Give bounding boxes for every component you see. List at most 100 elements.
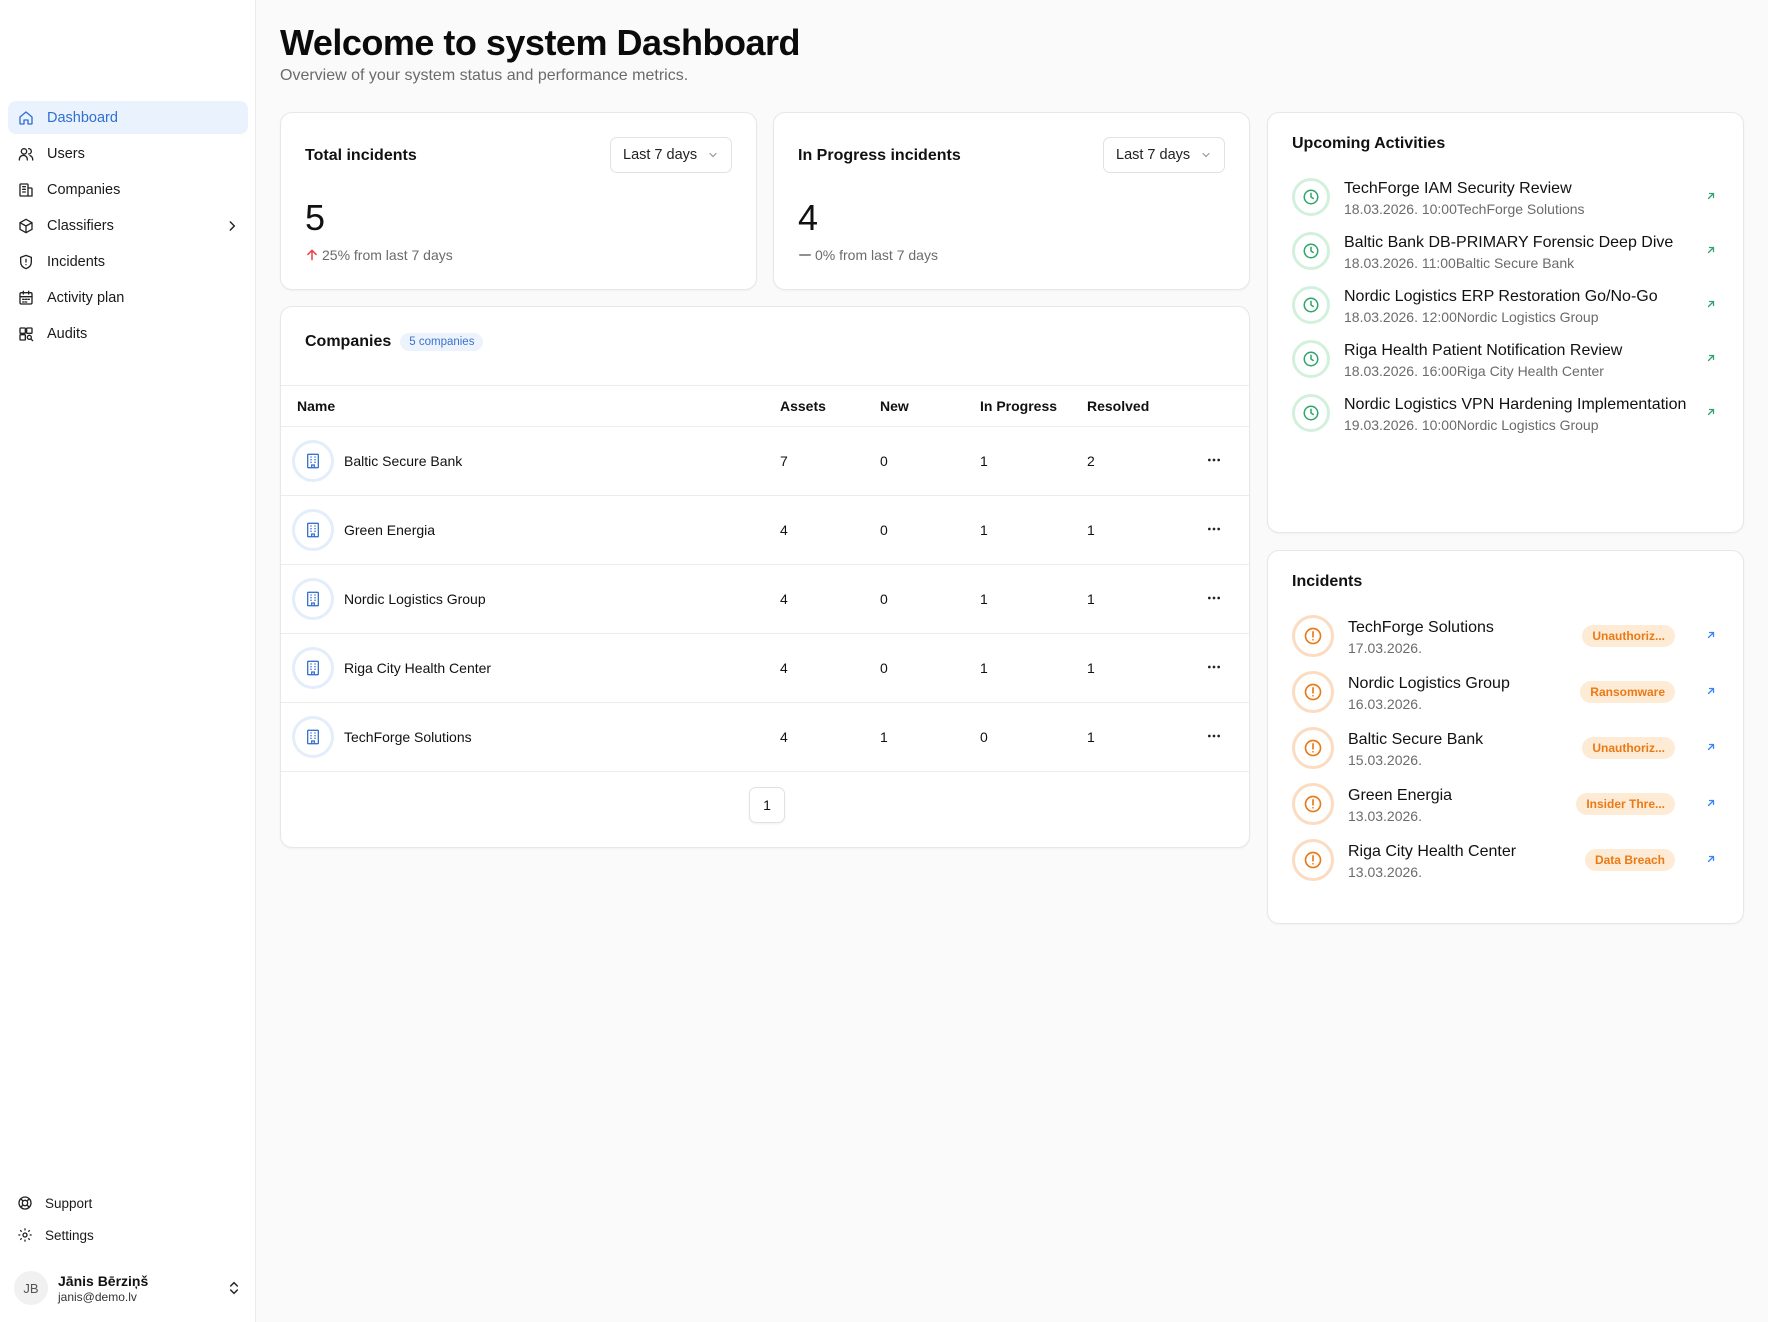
column-header-name[interactable]: Name xyxy=(281,398,780,414)
assets-cell: 4 xyxy=(780,591,788,607)
table-row[interactable]: Green Energia 4 0 1 1 xyxy=(281,495,1249,564)
company-name-cell: Nordic Logistics Group xyxy=(281,578,780,620)
clock-icon xyxy=(1292,394,1330,432)
activity-datetime: 18.03.2026. 16:00 xyxy=(1344,363,1457,379)
table-row[interactable]: Riga City Health Center 4 0 1 1 xyxy=(281,633,1249,702)
incident-item[interactable]: TechForge Solutions 17.03.2026. Unauthor… xyxy=(1292,615,1719,657)
incident-type-badge: Insider Thre... xyxy=(1576,793,1675,815)
building-icon xyxy=(292,509,334,551)
range-select[interactable]: Last 7 days xyxy=(1103,137,1225,173)
incident-item[interactable]: Green Energia 13.03.2026. Insider Thre..… xyxy=(1292,783,1719,825)
column-header-assets[interactable]: Assets xyxy=(780,398,880,414)
incident-company: TechForge Solutions xyxy=(1348,619,1494,636)
activity-company: Nordic Logistics Group xyxy=(1456,417,1599,433)
column-header-resolved[interactable]: Resolved xyxy=(1087,398,1187,414)
row-actions-button[interactable] xyxy=(1187,452,1241,471)
companies-title: Companies xyxy=(305,333,392,350)
in-progress-cell: 1 xyxy=(980,453,988,469)
activity-name: Nordic Logistics VPN Hardening Implement… xyxy=(1344,396,1687,413)
arrow-up-right-icon[interactable] xyxy=(1705,797,1719,811)
activity-item[interactable]: Riga Health Patient Notification Review … xyxy=(1292,339,1719,379)
arrow-up-right-icon[interactable] xyxy=(1705,853,1719,867)
building-icon xyxy=(292,716,334,758)
activity-meta: 18.03.2026. 10:00TechForge Solutions xyxy=(1344,201,1697,217)
calendar-icon xyxy=(17,289,35,307)
arrow-up-right-icon[interactable] xyxy=(1705,352,1719,366)
settings-link[interactable]: Settings xyxy=(8,1221,248,1249)
support-link[interactable]: Support xyxy=(8,1189,248,1217)
table-row[interactable]: Baltic Secure Bank 7 0 1 2 xyxy=(281,426,1249,495)
arrow-up-right-icon[interactable] xyxy=(1705,244,1719,258)
incident-list: TechForge Solutions 17.03.2026. Unauthor… xyxy=(1292,615,1719,895)
stat-title: Total incidents xyxy=(305,147,417,164)
activity-datetime: 18.03.2026. 12:00 xyxy=(1344,309,1457,325)
activity-name: Riga Health Patient Notification Review xyxy=(1344,342,1623,359)
sidebar-item-activity-plan[interactable]: Activity plan xyxy=(8,281,248,314)
user-menu[interactable]: JB Jānis Bērziņš janis@demo.lv xyxy=(14,1268,242,1308)
arrow-up-right-icon[interactable] xyxy=(1705,190,1719,204)
activity-item[interactable]: TechForge IAM Security Review 18.03.2026… xyxy=(1292,177,1719,217)
arrow-up-right-icon[interactable] xyxy=(1705,685,1719,699)
sidebar-item-incidents[interactable]: Incidents xyxy=(8,245,248,278)
clock-icon xyxy=(1292,286,1330,324)
table-row[interactable]: Nordic Logistics Group 4 0 1 1 xyxy=(281,564,1249,633)
arrow-up-right-icon[interactable] xyxy=(1705,629,1719,643)
user-email: janis@demo.lv xyxy=(58,1289,137,1304)
activity-item[interactable]: Baltic Bank DB-PRIMARY Forensic Deep Div… xyxy=(1292,231,1719,271)
company-name[interactable]: Riga City Health Center xyxy=(344,660,491,676)
row-actions-button[interactable] xyxy=(1187,728,1241,747)
column-header-in-progress[interactable]: In Progress xyxy=(980,398,1087,414)
in-progress-cell: 1 xyxy=(980,591,988,607)
sidebar-item-classifiers[interactable]: Classifiers xyxy=(8,209,248,242)
activity-item[interactable]: Nordic Logistics VPN Hardening Implement… xyxy=(1292,393,1719,433)
settings-label: Settings xyxy=(45,1227,94,1243)
sidebar-item-dashboard[interactable]: Dashboard xyxy=(8,101,248,134)
company-name[interactable]: Baltic Secure Bank xyxy=(344,453,462,469)
stat-title: In Progress incidents xyxy=(798,147,961,164)
companies-header: Companies 5 companies xyxy=(305,333,484,351)
stat-value: 4 xyxy=(798,197,819,238)
sidebar-item-audits[interactable]: Audits xyxy=(8,317,248,350)
company-name[interactable]: TechForge Solutions xyxy=(344,729,472,745)
company-name-cell: Riga City Health Center xyxy=(281,647,780,689)
activity-company: Riga City Health Center xyxy=(1456,363,1604,379)
company-name[interactable]: Green Energia xyxy=(344,522,435,538)
more-horizontal-icon xyxy=(1206,452,1222,471)
stat-change: 25% from last 7 days xyxy=(305,247,453,263)
alert-circle-icon xyxy=(1292,783,1334,825)
arrow-up-right-icon[interactable] xyxy=(1705,406,1719,420)
alert-circle-icon xyxy=(1292,839,1334,881)
range-select[interactable]: Last 7 days xyxy=(610,137,732,173)
audit-icon xyxy=(17,325,35,343)
activity-name: Baltic Bank DB-PRIMARY Forensic Deep Div… xyxy=(1344,234,1674,251)
sidebar-item-users[interactable]: Users xyxy=(8,137,248,170)
incident-item[interactable]: Baltic Secure Bank 15.03.2026. Unauthori… xyxy=(1292,727,1719,769)
row-actions-button[interactable] xyxy=(1187,659,1241,678)
activity-item[interactable]: Nordic Logistics ERP Restoration Go/No-G… xyxy=(1292,285,1719,325)
gear-icon xyxy=(17,1227,33,1243)
incident-item[interactable]: Riga City Health Center 13.03.2026. Data… xyxy=(1292,839,1719,881)
incident-item[interactable]: Nordic Logistics Group 16.03.2026. Ranso… xyxy=(1292,671,1719,713)
resolved-cell: 1 xyxy=(1087,591,1095,607)
arrow-up-right-icon[interactable] xyxy=(1705,741,1719,755)
new-cell: 1 xyxy=(880,729,888,745)
incident-company: Riga City Health Center xyxy=(1348,843,1517,860)
pagination-page-button[interactable]: 1 xyxy=(749,787,785,823)
companies-count-badge: 5 companies xyxy=(400,333,484,351)
incidents-card: Incidents TechForge Solutions 17.03.2026… xyxy=(1267,550,1744,924)
company-name[interactable]: Nordic Logistics Group xyxy=(344,591,486,607)
resolved-cell: 2 xyxy=(1087,453,1095,469)
arrow-up-right-icon[interactable] xyxy=(1705,298,1719,312)
main-content: Welcome to system Dashboard Overview of … xyxy=(256,0,1768,1322)
row-actions-button[interactable] xyxy=(1187,521,1241,540)
company-name-cell: Baltic Secure Bank xyxy=(281,440,780,482)
building-icon xyxy=(17,181,35,199)
sidebar-item-companies[interactable]: Companies xyxy=(8,173,248,206)
table-row[interactable]: TechForge Solutions 4 1 0 1 xyxy=(281,702,1249,771)
new-cell: 0 xyxy=(880,660,888,676)
activity-list: TechForge IAM Security Review 18.03.2026… xyxy=(1292,177,1719,447)
row-actions-button[interactable] xyxy=(1187,590,1241,609)
incident-type-badge: Unauthoriz... xyxy=(1582,625,1675,647)
incidents-title: Incidents xyxy=(1292,573,1363,590)
column-header-new[interactable]: New xyxy=(880,398,980,414)
